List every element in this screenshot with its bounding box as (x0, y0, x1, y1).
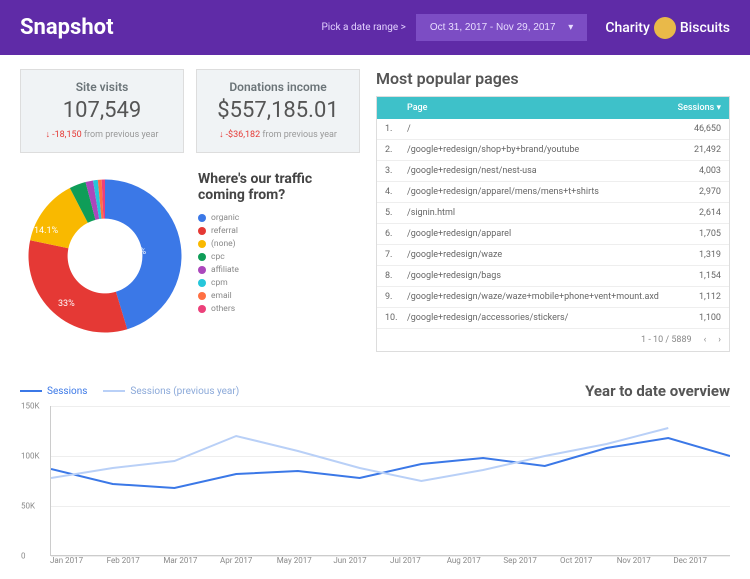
slice-label-organic: 45.3% (122, 247, 146, 257)
ytd-title: Year to date overview (585, 382, 730, 400)
legend-item: cpm (198, 278, 360, 288)
slice-label-referral: 33% (58, 299, 75, 309)
table-row[interactable]: 10./google+redesign/accessories/stickers… (377, 308, 729, 329)
brand-logo: Charity Biscuits (605, 17, 730, 39)
traffic-chart: 45.3% 33% 14.1% Where's our traffic comi… (20, 171, 360, 341)
ytd-chart: Sessions Sessions (previous year) Year t… (0, 382, 750, 579)
pagination-label: 1 - 10 / 5889 (641, 335, 692, 345)
table-row[interactable]: 8./google+redesign/bags1,154 (377, 266, 729, 287)
stat-value: 107,549 (29, 98, 175, 123)
page-title: Snapshot (20, 15, 114, 40)
app-header: Snapshot Pick a date range > Oct 31, 201… (0, 0, 750, 55)
brand-icon (654, 17, 676, 39)
prev-page-button[interactable]: ‹ (704, 335, 707, 345)
stat-title: Site visits (29, 80, 175, 94)
legend-item: (none) (198, 239, 360, 249)
table-row[interactable]: 1./46,650 (377, 119, 729, 140)
chevron-down-icon: ▾ (568, 22, 573, 33)
legend-sessions-prev: Sessions (previous year) (103, 386, 239, 397)
stat-card-donations: Donations income $557,185.01 ↓-$36,182 f… (196, 69, 360, 153)
table-row[interactable]: 2./google+redesign/shop+by+brand/youtube… (377, 140, 729, 161)
legend-item: others (198, 304, 360, 314)
date-range-button[interactable]: Oct 31, 2017 - Nov 29, 2017 ▾ (416, 14, 587, 41)
table-header[interactable]: Page Sessions ▾ (377, 97, 729, 119)
stat-delta: ↓-18,150 from previous year (29, 129, 175, 140)
legend-item: organic (198, 213, 360, 223)
arrow-down-icon: ↓ (46, 129, 51, 140)
table-row[interactable]: 7./google+redesign/waze1,319 (377, 245, 729, 266)
stat-title: Donations income (205, 80, 351, 94)
table-row[interactable]: 5./signin.html2,614 (377, 203, 729, 224)
table-row[interactable]: 3./google+redesign/nest/nest-usa4,003 (377, 161, 729, 182)
legend-item: affiliate (198, 265, 360, 275)
stat-card-visits: Site visits 107,549 ↓-18,150 from previo… (20, 69, 184, 153)
legend-item: referral (198, 226, 360, 236)
pages-title: Most popular pages (376, 69, 730, 88)
table-row[interactable]: 6./google+redesign/apparel1,705 (377, 224, 729, 245)
sort-down-icon: ▾ (716, 103, 721, 113)
legend-item: email (198, 291, 360, 301)
stat-value: $557,185.01 (205, 98, 351, 123)
table-row[interactable]: 4./google+redesign/apparel/mens/mens+t+s… (377, 182, 729, 203)
date-range-label: Pick a date range > (322, 22, 406, 33)
arrow-down-icon: ↓ (219, 129, 224, 140)
pages-table: Page Sessions ▾ 1./46,6502./google+redes… (376, 96, 730, 352)
donut-icon (20, 171, 190, 341)
slice-label-none: 14.1% (34, 226, 58, 236)
stat-delta: ↓-$36,182 from previous year (205, 129, 351, 140)
next-page-button[interactable]: › (718, 335, 721, 345)
table-footer: 1 - 10 / 5889 ‹ › (377, 329, 729, 351)
legend-item: cpc (198, 252, 360, 262)
traffic-title: Where's our traffic coming from? (198, 171, 360, 203)
table-row[interactable]: 9./google+redesign/waze/waze+mobile+phon… (377, 287, 729, 308)
legend-sessions: Sessions (20, 386, 87, 397)
